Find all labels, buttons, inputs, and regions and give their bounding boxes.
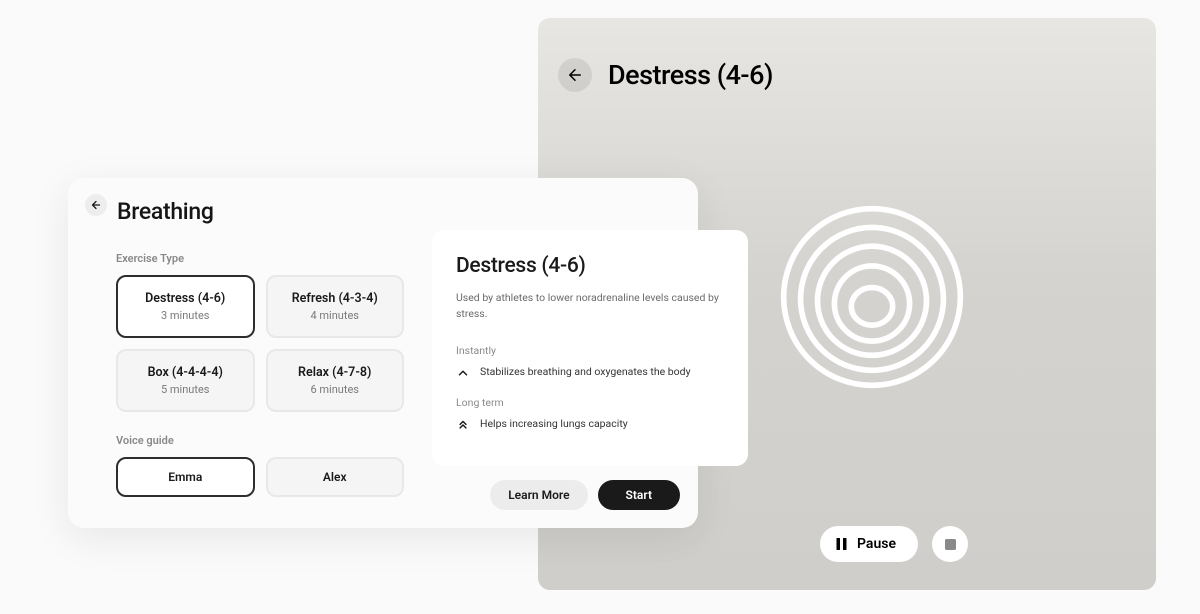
voice-option-alex[interactable]: Alex — [266, 457, 405, 497]
exercise-duration: 4 minutes — [276, 309, 395, 322]
pause-button[interactable]: Pause — [820, 526, 918, 562]
exercise-type-label: Exercise Type — [116, 252, 404, 265]
start-button[interactable]: Start — [598, 480, 680, 510]
exercise-option-refresh[interactable]: Refresh (4-3-4) 4 minutes — [266, 275, 405, 338]
exercise-name: Destress (4-6) — [126, 291, 245, 306]
exercise-duration: 3 minutes — [126, 309, 245, 322]
stop-button[interactable] — [932, 526, 968, 562]
exercise-option-destress[interactable]: Destress (4-6) 3 minutes — [116, 275, 255, 338]
exercise-config-card: Exercise Type Destress (4-6) 3 minutes R… — [68, 178, 698, 528]
pause-label: Pause — [857, 536, 896, 552]
stop-icon — [945, 539, 956, 550]
chevron-up-icon — [456, 366, 470, 380]
instantly-benefit: Stabilizes breathing and oxygenates the … — [480, 365, 691, 380]
longterm-label: Long term — [456, 396, 724, 409]
exercise-name: Refresh (4-3-4) — [276, 291, 395, 306]
exercise-duration: 6 minutes — [276, 383, 395, 396]
exercise-detail-panel: Destress (4-6) Used by athletes to lower… — [432, 230, 748, 466]
detail-description: Used by athletes to lower noradrenaline … — [456, 290, 724, 322]
arrow-left-icon — [566, 66, 584, 84]
chevrons-up-icon — [456, 418, 470, 432]
voice-guide-label: Voice guide — [116, 434, 404, 447]
exercise-duration: 5 minutes — [126, 383, 245, 396]
exercise-option-relax[interactable]: Relax (4-7-8) 6 minutes — [266, 349, 405, 412]
learn-more-button[interactable]: Learn More — [490, 480, 587, 510]
page-title: Breathing — [117, 198, 214, 225]
arrow-left-icon — [90, 199, 102, 211]
exercise-name: Relax (4-7-8) — [276, 365, 395, 380]
player-back-button[interactable] — [558, 58, 592, 92]
exercise-name: Box (4-4-4-4) — [126, 365, 245, 380]
voice-option-emma[interactable]: Emma — [116, 457, 255, 497]
player-title: Destress (4-6) — [608, 59, 773, 91]
back-button[interactable] — [85, 194, 107, 216]
longterm-benefit: Helps increasing lungs capacity — [480, 417, 628, 432]
breathing-animation — [778, 203, 966, 391]
pause-icon — [836, 538, 847, 550]
detail-title: Destress (4-6) — [456, 254, 724, 278]
instantly-label: Instantly — [456, 344, 724, 357]
exercise-option-box[interactable]: Box (4-4-4-4) 5 minutes — [116, 349, 255, 412]
